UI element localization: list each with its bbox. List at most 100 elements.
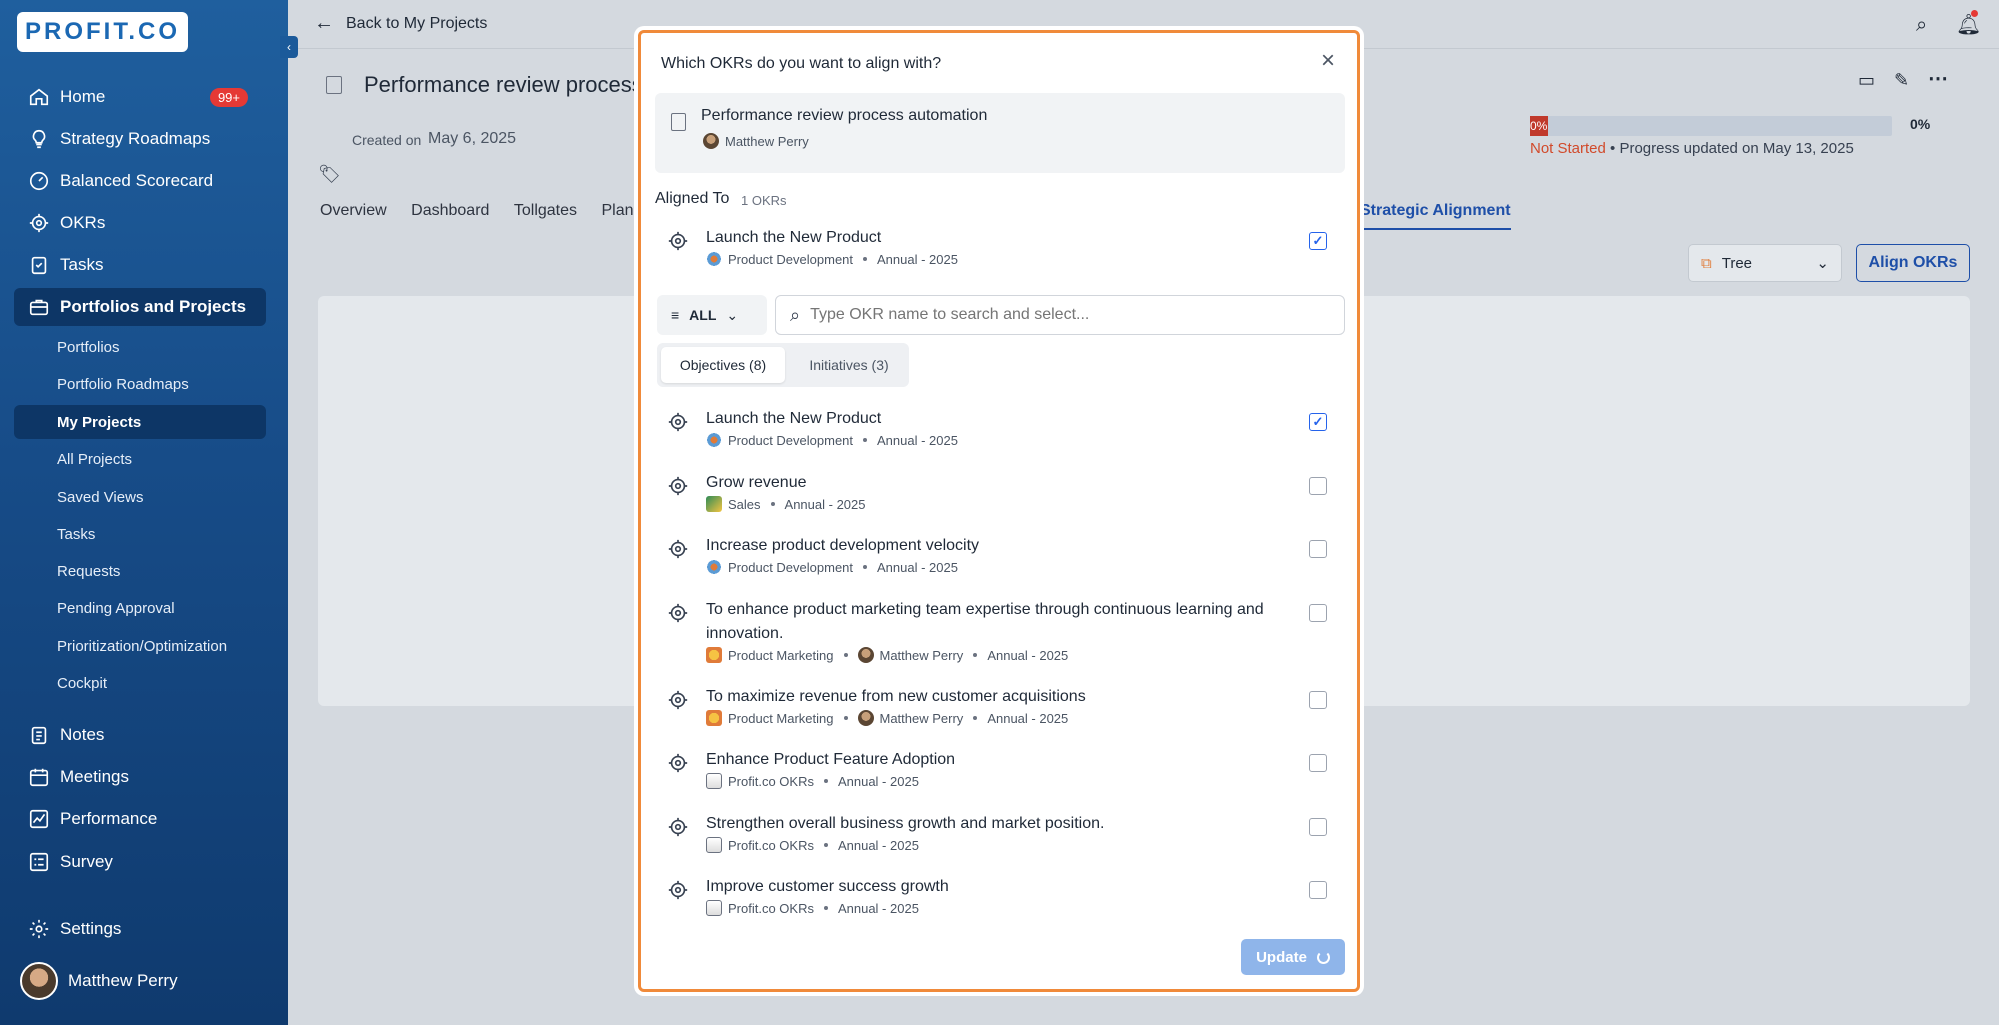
align-okr-modal: Which OKRs do you want to align with? × … xyxy=(638,30,1360,992)
progress-bar: 0% xyxy=(1530,116,1892,136)
team-icon xyxy=(706,773,722,789)
okr-type-tabs: Objectives (8) Initiatives (3) xyxy=(657,343,909,387)
okr-search-input[interactable]: ⌕ xyxy=(775,295,1345,335)
okr-title: Increase product development velocity xyxy=(706,537,980,554)
sidebar-sub-requests[interactable]: Requests xyxy=(14,554,266,588)
avatar xyxy=(857,647,874,663)
sidebar-sub-portfolio-roadmaps[interactable]: Portfolio Roadmaps xyxy=(14,367,266,401)
notification-dot xyxy=(1971,10,1978,17)
search-field[interactable] xyxy=(810,306,1311,324)
close-icon[interactable]: × xyxy=(1321,47,1335,75)
okr-checkbox[interactable] xyxy=(1309,881,1327,899)
sidebar-item-performance[interactable]: Performance xyxy=(14,800,266,838)
bell-icon[interactable]: 🔔︎ xyxy=(1956,12,1981,37)
tag-icon[interactable]: 🏷︎ xyxy=(318,164,341,185)
target-icon xyxy=(668,753,688,773)
sidebar-sub-my-projects[interactable]: My Projects xyxy=(14,405,266,439)
profitco-logo[interactable]: PROFIT.CO xyxy=(17,12,188,52)
target-icon xyxy=(668,231,688,251)
filter-dropdown[interactable]: ≡ ALL ⌄ xyxy=(657,295,767,335)
okr-meta: Product Marketing Matthew Perry Annual -… xyxy=(706,710,1068,726)
target-icon xyxy=(668,476,688,496)
team-icon xyxy=(706,496,722,512)
sidebar-sub-all-projects[interactable]: All Projects xyxy=(14,442,266,476)
lightbulb-icon xyxy=(32,129,46,149)
okr-title: Launch the New Product xyxy=(706,410,882,427)
team-name: Profit.co OKRs xyxy=(728,773,814,789)
aligned-to-label: Aligned To xyxy=(655,190,730,207)
team-icon xyxy=(706,432,722,448)
okr-checkbox[interactable] xyxy=(1309,754,1327,772)
okr-title: Strengthen overall business growth and m… xyxy=(706,815,1105,832)
okr-checkbox[interactable] xyxy=(1309,477,1327,495)
owner-name: Matthew Perry xyxy=(879,647,964,663)
team-icon xyxy=(706,647,722,663)
tab-strategic-alignment[interactable]: Strategic Alignment xyxy=(1360,202,1511,230)
search-icon[interactable]: ⌕ xyxy=(1916,14,1927,37)
sidebar-sub-prioritization[interactable]: Prioritization/Optimization xyxy=(14,629,266,663)
sidebar-item-survey[interactable]: Survey xyxy=(14,843,266,881)
team-name: Profit.co OKRs xyxy=(728,837,814,853)
view-select[interactable]: ⧉ Tree ⌄ xyxy=(1688,244,1842,282)
briefcase-icon xyxy=(29,299,49,316)
tab-objectives[interactable]: Objectives (8) xyxy=(661,347,785,383)
team-name: Sales xyxy=(728,496,761,512)
presentation-icon[interactable]: ▭ xyxy=(1858,70,1875,91)
sidebar-item-okrs[interactable]: OKRs xyxy=(14,204,266,242)
tab-initiatives[interactable]: Initiatives (3) xyxy=(793,347,905,383)
tree-icon: ⧉ xyxy=(1701,254,1712,272)
sidebar-item-balanced-scorecard[interactable]: Balanced Scorecard xyxy=(14,162,266,200)
okr-title: To maximize revenue from new customer ac… xyxy=(706,688,1086,705)
sidebar-item-settings[interactable]: Settings xyxy=(14,910,266,948)
sidebar-user-profile[interactable]: Matthew Perry xyxy=(14,960,266,1002)
tab-plan[interactable]: Plan xyxy=(601,202,633,219)
update-button[interactable]: Update xyxy=(1241,939,1345,975)
arrow-left-icon: ← xyxy=(314,12,334,34)
owner-name: Matthew Perry xyxy=(879,710,964,726)
tab-overview[interactable]: Overview xyxy=(320,202,387,219)
back-link[interactable]: ← Back to My Projects xyxy=(314,12,487,35)
target-icon xyxy=(668,880,688,900)
okr-checkbox[interactable] xyxy=(1309,691,1327,709)
search-icon: ⌕ xyxy=(790,304,801,325)
sidebar-sub-pending-approval[interactable]: Pending Approval xyxy=(14,591,266,625)
sidebar-sub-cockpit[interactable]: Cockpit xyxy=(14,666,266,700)
period: Annual - 2025 xyxy=(877,432,958,448)
target-icon xyxy=(668,412,688,432)
okr-checkbox[interactable] xyxy=(1309,604,1327,622)
align-okrs-button[interactable]: Align OKRs xyxy=(1856,244,1970,282)
sidebar-collapse-button[interactable]: ‹ xyxy=(280,36,298,58)
sidebar-item-strategy-roadmaps[interactable]: Strategy Roadmaps xyxy=(14,120,266,158)
okr-title: Improve customer success growth xyxy=(706,878,949,895)
target-icon xyxy=(668,539,688,559)
more-options-icon[interactable]: ⋯ xyxy=(1928,66,1948,91)
sidebar-item-notes[interactable]: Notes xyxy=(14,716,266,754)
okr-checkbox[interactable] xyxy=(1309,540,1327,558)
sidebar-sub-saved-views[interactable]: Saved Views xyxy=(14,480,266,514)
sidebar-sub-portfolios[interactable]: Portfolios xyxy=(14,330,266,364)
tab-tollgates[interactable]: Tollgates xyxy=(514,202,577,219)
progress-fill: 0% xyxy=(1530,116,1548,136)
team-name: Product Marketing xyxy=(728,647,834,663)
clipboard-check-icon xyxy=(31,256,47,275)
sidebar-item-tasks[interactable]: Tasks xyxy=(14,246,266,284)
okr-title: To enhance product marketing team expert… xyxy=(706,601,1264,642)
chevron-down-icon: ⌄ xyxy=(1816,255,1829,272)
team-icon xyxy=(706,710,722,726)
okr-checkbox[interactable]: ✓ xyxy=(1309,413,1327,431)
team-icon xyxy=(706,251,722,267)
aligned-checkbox[interactable]: ✓ xyxy=(1309,232,1327,250)
sidebar-item-meetings[interactable]: Meetings xyxy=(14,758,266,796)
created-label: Created on xyxy=(352,132,422,148)
sidebar-sub-tasks[interactable]: Tasks xyxy=(14,517,266,551)
okr-checkbox[interactable] xyxy=(1309,818,1327,836)
okr-meta: Profit.co OKRs Annual - 2025 xyxy=(706,837,919,853)
notification-count-badge: 99+ xyxy=(209,87,248,107)
sidebar-item-portfolios-and-projects[interactable]: Portfolios and Projects xyxy=(14,288,266,326)
sidebar-item-home[interactable]: Home 99+ xyxy=(14,78,266,116)
progress-percent: 0% xyxy=(1910,116,1931,132)
pencil-icon[interactable]: ✎ xyxy=(1894,70,1909,91)
survey-icon xyxy=(29,852,49,872)
tab-dashboard[interactable]: Dashboard xyxy=(411,202,489,219)
modal-question: Which OKRs do you want to align with? xyxy=(661,55,942,72)
